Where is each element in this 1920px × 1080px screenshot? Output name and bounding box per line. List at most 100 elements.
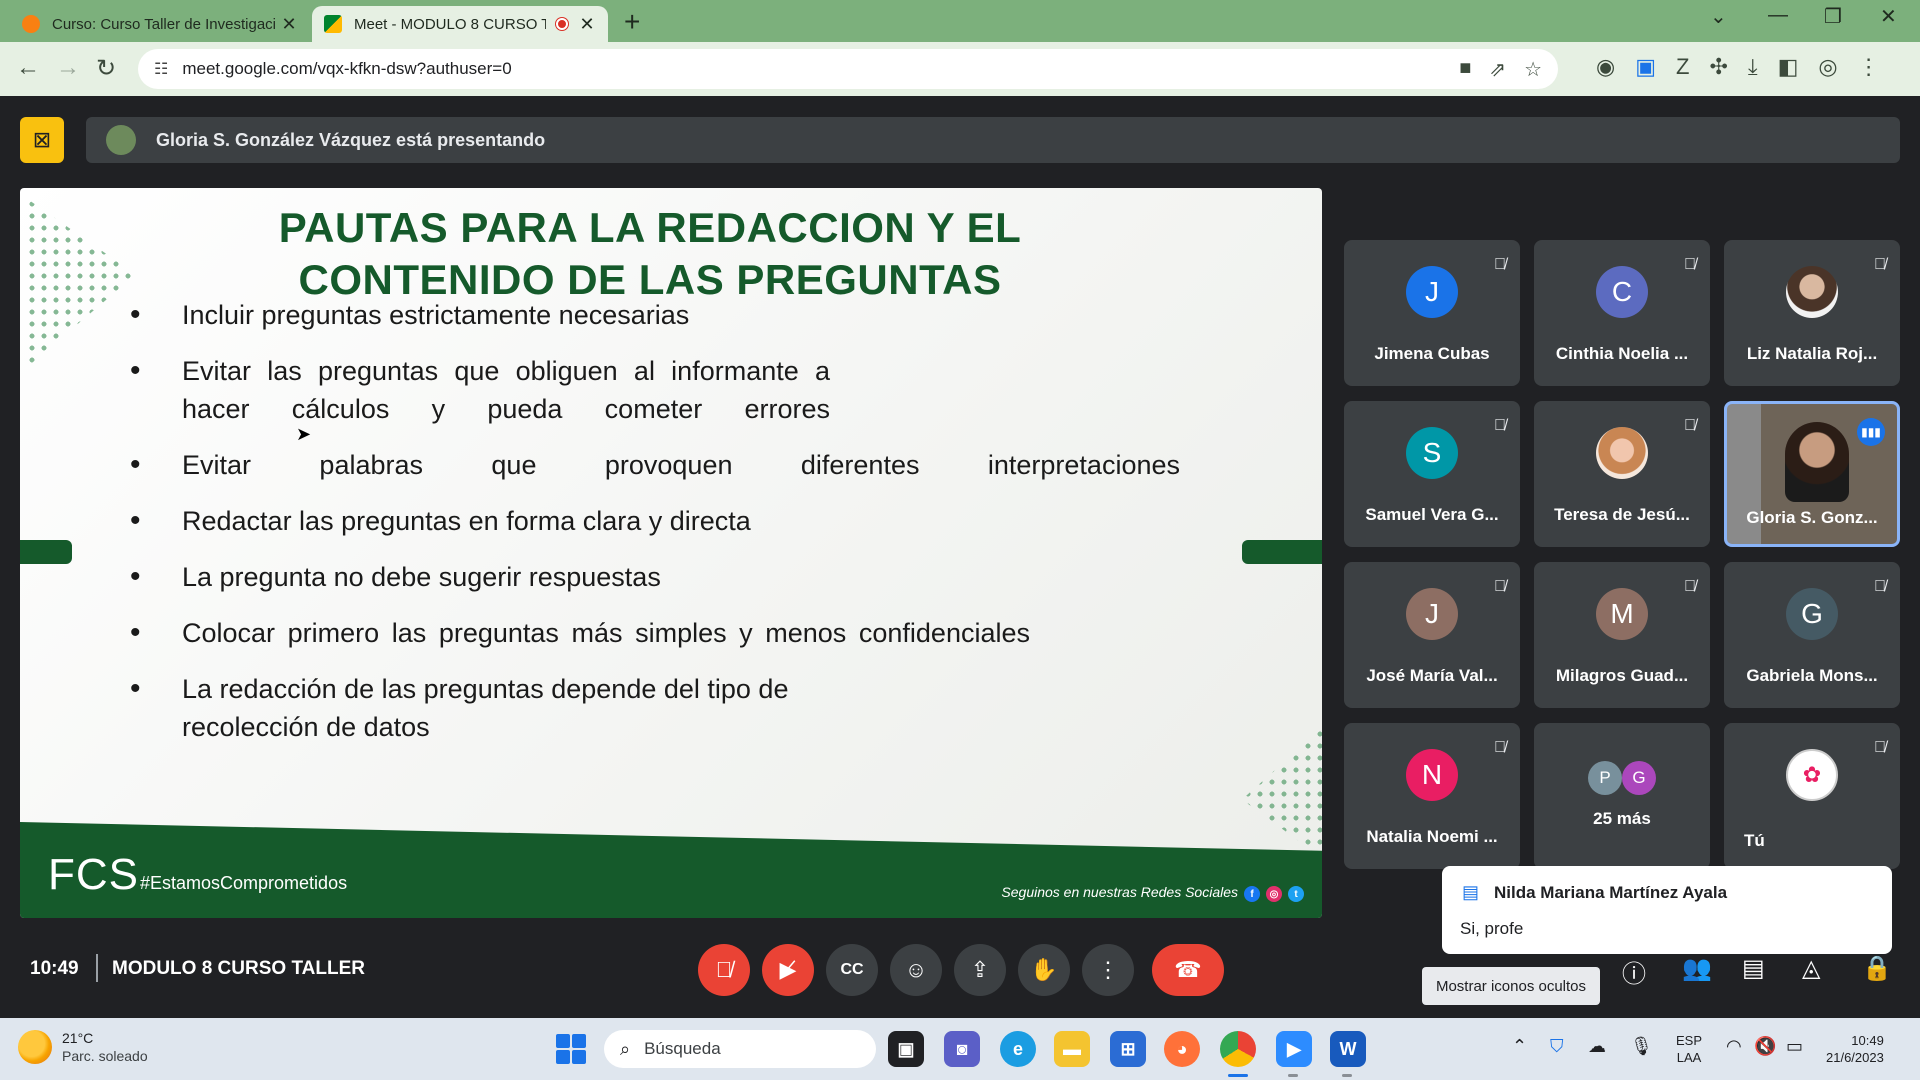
avatar: C (1596, 266, 1648, 318)
weather-desc: Parc. soleado (62, 1048, 148, 1064)
browser-toolbar: ← → ↻ ☷ meet.google.com/vqx-kfkn-dsw?aut… (0, 42, 1920, 96)
store-icon[interactable]: ⊞ (1110, 1031, 1146, 1067)
decorative-dots (26, 198, 136, 368)
side-panel-icon[interactable]: ◧ (1778, 54, 1799, 80)
chat-notification[interactable]: ▤ Nilda Mariana Martínez Ayala Si, profe (1442, 866, 1892, 954)
restore-icon[interactable]: ❐ (1824, 4, 1842, 29)
participant-tile[interactable]: 🎙̸ J Jimena Cubas (1344, 240, 1520, 386)
participant-name: Liz Natalia Roj... (1746, 344, 1878, 363)
close-tab-icon[interactable]: ✕ (578, 14, 596, 35)
tray-chevron-icon[interactable]: ⌃ (1512, 1036, 1527, 1057)
camera-toggle-button[interactable]: ▶̸ (762, 944, 814, 996)
file-explorer-icon[interactable]: ▬ (1054, 1031, 1090, 1067)
avatar: S (1406, 427, 1458, 479)
bookmark-star-icon[interactable]: ☆ (1524, 57, 1542, 82)
task-view-icon[interactable]: ▣ (888, 1031, 924, 1067)
extension-z-icon[interactable]: Z (1676, 54, 1689, 80)
meeting-info-icon[interactable]: ⓘ (1622, 954, 1646, 989)
participant-name: Milagros Guad... (1555, 666, 1689, 685)
mic-off-icon: 🎙̸ (1684, 417, 1696, 434)
speaking-indicator-icon: ▮▮▮ (1857, 418, 1885, 446)
captions-button[interactable]: CC (826, 944, 878, 996)
activities-icon[interactable]: ◬ (1802, 954, 1820, 983)
tab-title: Curso: Curso Taller de Investigaci (52, 15, 276, 33)
close-window-icon[interactable]: ✕ (1880, 4, 1897, 29)
tab-search-icon[interactable]: ⌄ (1710, 4, 1727, 29)
extension-owl-icon[interactable]: ◉ (1596, 54, 1615, 80)
extensions-area: ◉ ▣ Z ✣ ⤓ ◧ ◎ ⋮ (1596, 54, 1880, 80)
chat-icon[interactable]: ▤ (1742, 954, 1765, 983)
reload-icon[interactable]: ↻ (96, 54, 116, 83)
slide-bullet: La pregunta no debe sugerir respuestas (130, 558, 1250, 596)
defender-icon[interactable]: ⛉ (1550, 1036, 1564, 1057)
lang-code: ESP (1676, 1033, 1703, 1048)
firefox-icon[interactable]: ◕ (1164, 1031, 1200, 1067)
reactions-button[interactable]: ☺ (890, 944, 942, 996)
participant-tile[interactable]: 🎙̸ Liz Natalia Roj... (1724, 240, 1900, 386)
microphone-icon[interactable]: 🎙 (1630, 1036, 1653, 1057)
extension-screen-icon[interactable]: ▣ (1635, 54, 1656, 80)
tab-meet[interactable]: Meet - MODULO 8 CURSO T ✕ (312, 6, 608, 42)
address-bar[interactable]: ☷ meet.google.com/vqx-kfkn-dsw?authuser=… (138, 49, 1558, 89)
extensions-puzzle-icon[interactable]: ✣ (1709, 54, 1727, 80)
share-icon[interactable]: ⇗ (1489, 57, 1506, 82)
back-icon[interactable]: ← (16, 54, 40, 82)
minimize-icon[interactable]: — (1768, 4, 1788, 27)
participant-tile[interactable]: 🎙̸ N Natalia Noemi ... (1344, 723, 1520, 869)
zoom-icon[interactable]: ▶ (1276, 1031, 1312, 1067)
system-clock[interactable]: 10:49 21/6/2023 (1826, 1032, 1884, 1066)
participant-tile[interactable]: 🎙̸ S Samuel Vera G... (1344, 401, 1520, 547)
stop-presenting-icon[interactable]: ⊠ (20, 117, 64, 163)
leave-call-button[interactable]: ☎ (1152, 944, 1224, 996)
wifi-icon[interactable]: ◠ (1726, 1036, 1742, 1057)
profile-avatar[interactable]: ◎ (1818, 54, 1837, 80)
menu-kebab-icon[interactable]: ⋮ (1858, 54, 1880, 80)
edge-icon[interactable]: e (1000, 1031, 1036, 1067)
mic-off-icon: 🎙̸ (1684, 578, 1696, 595)
people-icon[interactable]: 👥 (1682, 954, 1712, 983)
participant-tile[interactable]: 🎙̸ C Cinthia Noelia ... (1534, 240, 1710, 386)
windows-start-icon[interactable] (556, 1034, 586, 1064)
weather-widget[interactable]: 21°C Parc. soleado (18, 1029, 148, 1065)
participant-tile[interactable]: 🎙̸ Teresa de Jesú... (1534, 401, 1710, 547)
self-tile[interactable]: 🎙̸ ✿ Tú (1724, 723, 1900, 869)
site-info-icon[interactable]: ☷ (154, 59, 168, 79)
new-tab-icon[interactable]: + (624, 6, 640, 38)
host-controls-icon[interactable]: 🔒 (1862, 954, 1892, 983)
battery-icon[interactable]: ▭ (1786, 1036, 1803, 1057)
close-tab-icon[interactable]: ✕ (280, 14, 298, 35)
raise-hand-button[interactable]: ✋ (1018, 944, 1070, 996)
downloads-icon[interactable]: ⤓ (1748, 54, 1758, 80)
present-screen-button[interactable]: ⇪ (954, 944, 1006, 996)
self-avatar-logo: ✿ (1786, 749, 1838, 801)
slide-bullet: Incluir preguntas estrictamente necesari… (130, 296, 1250, 334)
onedrive-icon[interactable]: ☁ (1588, 1036, 1606, 1057)
more-options-button[interactable]: ⋮ (1082, 944, 1134, 996)
mic-toggle-button[interactable]: 🎙̸ (698, 944, 750, 996)
participant-tile-speaking[interactable]: ▮▮▮ Gloria S. Gonz... (1724, 401, 1900, 547)
participant-tile[interactable]: 🎙̸ G Gabriela Mons... (1724, 562, 1900, 708)
windows-taskbar: 21°C Parc. soleado ⌕ Búsqueda ▣ ◙ e ▬ ⊞ … (0, 1018, 1920, 1080)
chrome-icon[interactable] (1220, 1031, 1256, 1067)
word-icon[interactable]: W (1330, 1031, 1366, 1067)
mic-off-icon: 🎙̸ (1684, 256, 1696, 273)
participant-tile[interactable]: 🎙̸ J José María Val... (1344, 562, 1520, 708)
slide-bullet: La redacción de las preguntas depende de… (130, 670, 830, 746)
volume-muted-icon[interactable]: 🔇 (1754, 1036, 1776, 1057)
slide-bullets: Incluir preguntas estrictamente necesari… (130, 296, 1250, 764)
presenter-text: Gloria S. González Vázquez está presenta… (156, 129, 546, 150)
more-participants-tile[interactable]: P G 25 más (1534, 723, 1710, 869)
search-icon: ⌕ (620, 1038, 631, 1059)
recording-indicator-icon (556, 18, 568, 30)
language-indicator[interactable]: ESP LAA (1676, 1032, 1702, 1066)
teams-icon[interactable]: ◙ (944, 1031, 980, 1067)
social-icons: f ◎ t (1244, 886, 1304, 902)
mic-off-icon: 🎙̸ (1874, 256, 1886, 273)
slide-bullet: Colocar primero las preguntas más simple… (130, 614, 1030, 652)
camera-icon[interactable]: ■ (1459, 57, 1471, 82)
participant-tile[interactable]: 🎙̸ M Milagros Guad... (1534, 562, 1710, 708)
forward-icon[interactable]: → (56, 54, 80, 82)
avatar: J (1406, 588, 1458, 640)
taskbar-search[interactable]: ⌕ Búsqueda (604, 1030, 876, 1068)
tab-curso[interactable]: Curso: Curso Taller de Investigaci ✕ (10, 6, 310, 42)
